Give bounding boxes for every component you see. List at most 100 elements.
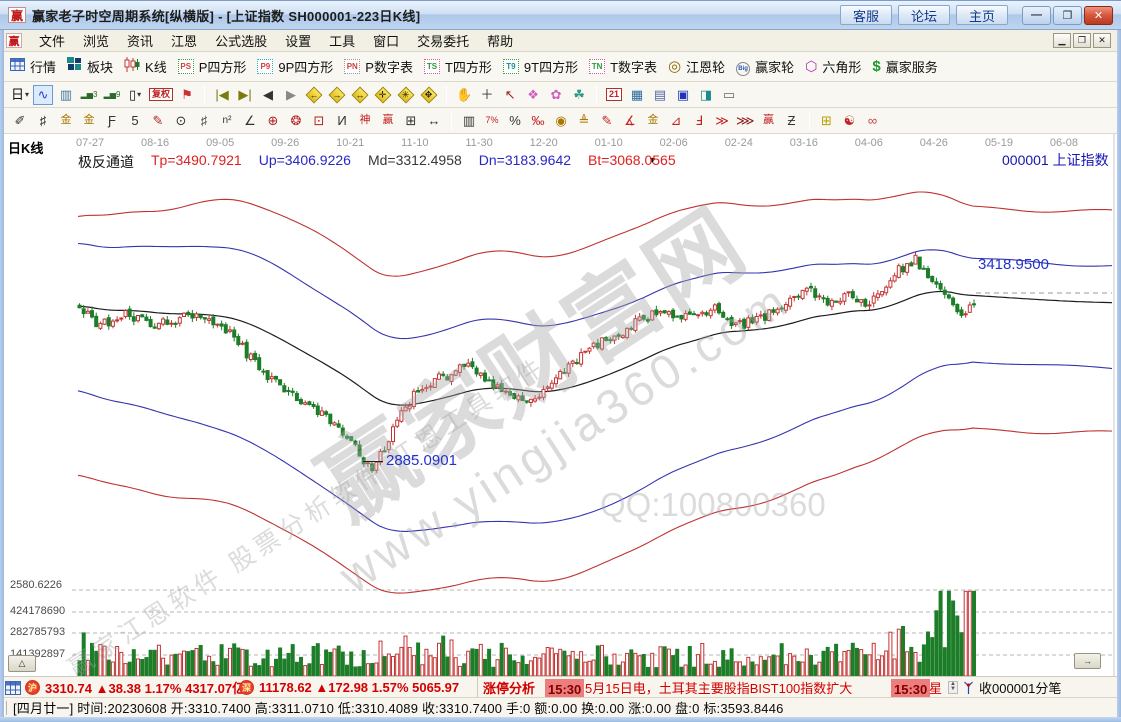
menu-browse[interactable]: 浏览 xyxy=(74,29,118,52)
calculator-tool[interactable]: ▦ xyxy=(627,85,647,105)
color-flag-tool[interactable]: ⚑ xyxy=(177,85,197,105)
kn-wave-tool[interactable]: И xyxy=(332,111,352,131)
t-square-button[interactable]: TST四方形 xyxy=(424,57,492,76)
gold-grid-2-tool[interactable]: 金 xyxy=(79,111,99,131)
five-grid-tool[interactable]: 5 xyxy=(125,111,145,131)
zoom-right-button[interactable]: → xyxy=(327,85,347,105)
speed-line-1-tool[interactable]: ≫ xyxy=(712,111,732,131)
child-close-button[interactable]: ✕ xyxy=(1093,33,1111,48)
kline-button[interactable]: K线 xyxy=(124,57,167,77)
circle-target-tool[interactable]: ⊕ xyxy=(263,111,283,131)
angle-tool[interactable]: ∠ xyxy=(240,111,260,131)
angle-grid-tool[interactable]: ∡ xyxy=(620,111,640,131)
child-restore-button[interactable]: ❐ xyxy=(1073,33,1091,48)
p-square-button[interactable]: PSP四方形 xyxy=(178,57,247,76)
red-pen2-tool[interactable]: ✎ xyxy=(597,111,617,131)
winner-wheel-button[interactable]: Big赢家轮 xyxy=(736,57,794,76)
j-angle-tool[interactable]: ⊿ xyxy=(666,111,686,131)
seven-percent-tool[interactable]: 7% xyxy=(482,111,502,131)
small-bars-9-tool[interactable]: ▂▅9 xyxy=(102,85,122,105)
crosshair-tool[interactable]: ＋ xyxy=(477,85,497,105)
zoom-full-button[interactable]: ✥ xyxy=(419,85,439,105)
zoom-left-button[interactable]: ← xyxy=(304,85,324,105)
zoom-horizontal-button[interactable]: ↔ xyxy=(350,85,370,105)
print-tool[interactable]: ▭ xyxy=(719,85,739,105)
homepage-button[interactable]: 主页 xyxy=(956,5,1008,25)
god-grid-tool[interactable]: 神 xyxy=(355,111,375,131)
quotes-board-icon[interactable] xyxy=(5,677,21,698)
nine-t-square-button[interactable]: T99T四方形 xyxy=(503,57,578,76)
t-number-table-button[interactable]: TNT数字表 xyxy=(589,57,657,76)
first-page-button[interactable]: |◀ xyxy=(212,85,232,105)
tick-grid-tool[interactable]: ♯ xyxy=(194,111,214,131)
info-note-tool[interactable]: ▥ xyxy=(56,85,76,105)
minimize-button[interactable]: — xyxy=(1022,6,1051,25)
number-grid-tool[interactable]: ⊞ xyxy=(401,111,421,131)
prev-page-button[interactable]: ◀ xyxy=(258,85,278,105)
save-tool[interactable]: ▣ xyxy=(673,85,693,105)
menu-formula-picker[interactable]: 公式选股 xyxy=(206,29,276,52)
menu-help[interactable]: 帮助 xyxy=(478,29,522,52)
scroll-right-button[interactable]: → xyxy=(1074,653,1101,669)
win-line-tool[interactable]: 赢 xyxy=(759,111,779,131)
width-measure-tool[interactable]: ↔ xyxy=(424,111,444,131)
last-page-button[interactable]: ▶| xyxy=(235,85,255,105)
notebook-tool[interactable]: ▤ xyxy=(650,85,670,105)
delete-pointer-tool[interactable]: ↖ xyxy=(500,85,520,105)
grid-tool[interactable]: ♯ xyxy=(33,111,53,131)
export-tool[interactable]: ◨ xyxy=(696,85,716,105)
gann-wheel-button[interactable]: ◎江恩轮 xyxy=(668,57,725,76)
red-pen-tool[interactable]: ✎ xyxy=(148,111,168,131)
gold-grid-1-tool[interactable]: 金 xyxy=(56,111,76,131)
calendar-tool[interactable]: 21 xyxy=(604,85,624,105)
child-minimize-button[interactable]: ▁ xyxy=(1053,33,1071,48)
zoom-star-button[interactable]: ✳ xyxy=(396,85,416,105)
pen-tool[interactable]: ✐ xyxy=(10,111,30,131)
restore-rights-tool[interactable]: 复权 xyxy=(148,85,174,105)
quotes-button[interactable]: 行情 xyxy=(10,57,56,76)
win-grid-tool[interactable]: 赢 xyxy=(378,111,398,131)
infinity-tool[interactable]: ∞ xyxy=(863,111,883,131)
shanghai-index-quote[interactable]: 3310.74 ▲38.38 1.17% 4317.07亿 xyxy=(45,677,245,698)
small-bars-3-tool[interactable]: ▂▅3 xyxy=(79,85,99,105)
menu-settings[interactable]: 设置 xyxy=(276,29,320,52)
shenzhen-index-quote[interactable]: 11178.62 ▲172.98 1.57% 5065.97 xyxy=(259,677,459,698)
forum-button[interactable]: 论坛 xyxy=(898,5,950,25)
customer-service-button[interactable]: 客服 xyxy=(840,5,892,25)
square-target-tool[interactable]: ⊡ xyxy=(309,111,329,131)
winner-service-button[interactable]: $赢家服务 xyxy=(872,57,937,76)
tick-view-link[interactable]: 收000001分笔 xyxy=(979,677,1061,698)
taichi-tool[interactable]: ☯ xyxy=(840,111,860,131)
menu-trade[interactable]: 交易委托 xyxy=(408,29,478,52)
kline-chart-canvas[interactable] xyxy=(4,134,1117,676)
next-page-button[interactable]: ▶ xyxy=(281,85,301,105)
menu-file[interactable]: 文件 xyxy=(30,29,74,52)
mind-tool[interactable]: ☘ xyxy=(569,85,589,105)
percent-tool[interactable]: % xyxy=(505,111,525,131)
expand-volume-pane-button[interactable]: △ xyxy=(8,655,36,672)
zoom-all-button[interactable]: ✛ xyxy=(373,85,393,105)
speed-line-2-tool[interactable]: ⋙ xyxy=(735,111,756,131)
menu-tools[interactable]: 工具 xyxy=(320,29,364,52)
candle-style-selector[interactable]: ▯▾ xyxy=(125,85,145,105)
n-square-tool[interactable]: n² xyxy=(217,111,237,131)
curve-overlay-tool[interactable]: ∿ xyxy=(33,85,53,105)
p-number-table-button[interactable]: PNP数字表 xyxy=(344,57,413,76)
f-grid-tool[interactable]: Ƒ xyxy=(102,111,122,131)
maximize-button[interactable]: ❐ xyxy=(1053,6,1082,25)
permille-tool[interactable]: ‰ xyxy=(528,111,548,131)
gold-angle-tool[interactable]: 金 xyxy=(643,111,663,131)
limit-up-analysis-link[interactable]: 涨停分析 xyxy=(483,677,535,698)
yellow-grid-tool[interactable]: ⊞ xyxy=(817,111,837,131)
f-angle-tool[interactable]: Ⅎ xyxy=(689,111,709,131)
sectors-button[interactable]: 板块 xyxy=(67,57,113,76)
time-circle-tool[interactable]: ⊙ xyxy=(171,111,191,131)
marquee-scroll-spinner[interactable]: ▲▼ xyxy=(948,681,958,694)
z-line-tool[interactable]: Ƶ xyxy=(782,111,802,131)
hexagon-button[interactable]: ⬡六角形 xyxy=(805,57,861,76)
pink-mark-tool[interactable]: ❖ xyxy=(523,85,543,105)
nine-p-square-button[interactable]: P99P四方形 xyxy=(257,57,333,76)
stats-percent-tool[interactable]: ▥ xyxy=(459,111,479,131)
period-selector[interactable]: 日▾ xyxy=(10,85,30,105)
gold-circle-tool[interactable]: ◉ xyxy=(551,111,571,131)
